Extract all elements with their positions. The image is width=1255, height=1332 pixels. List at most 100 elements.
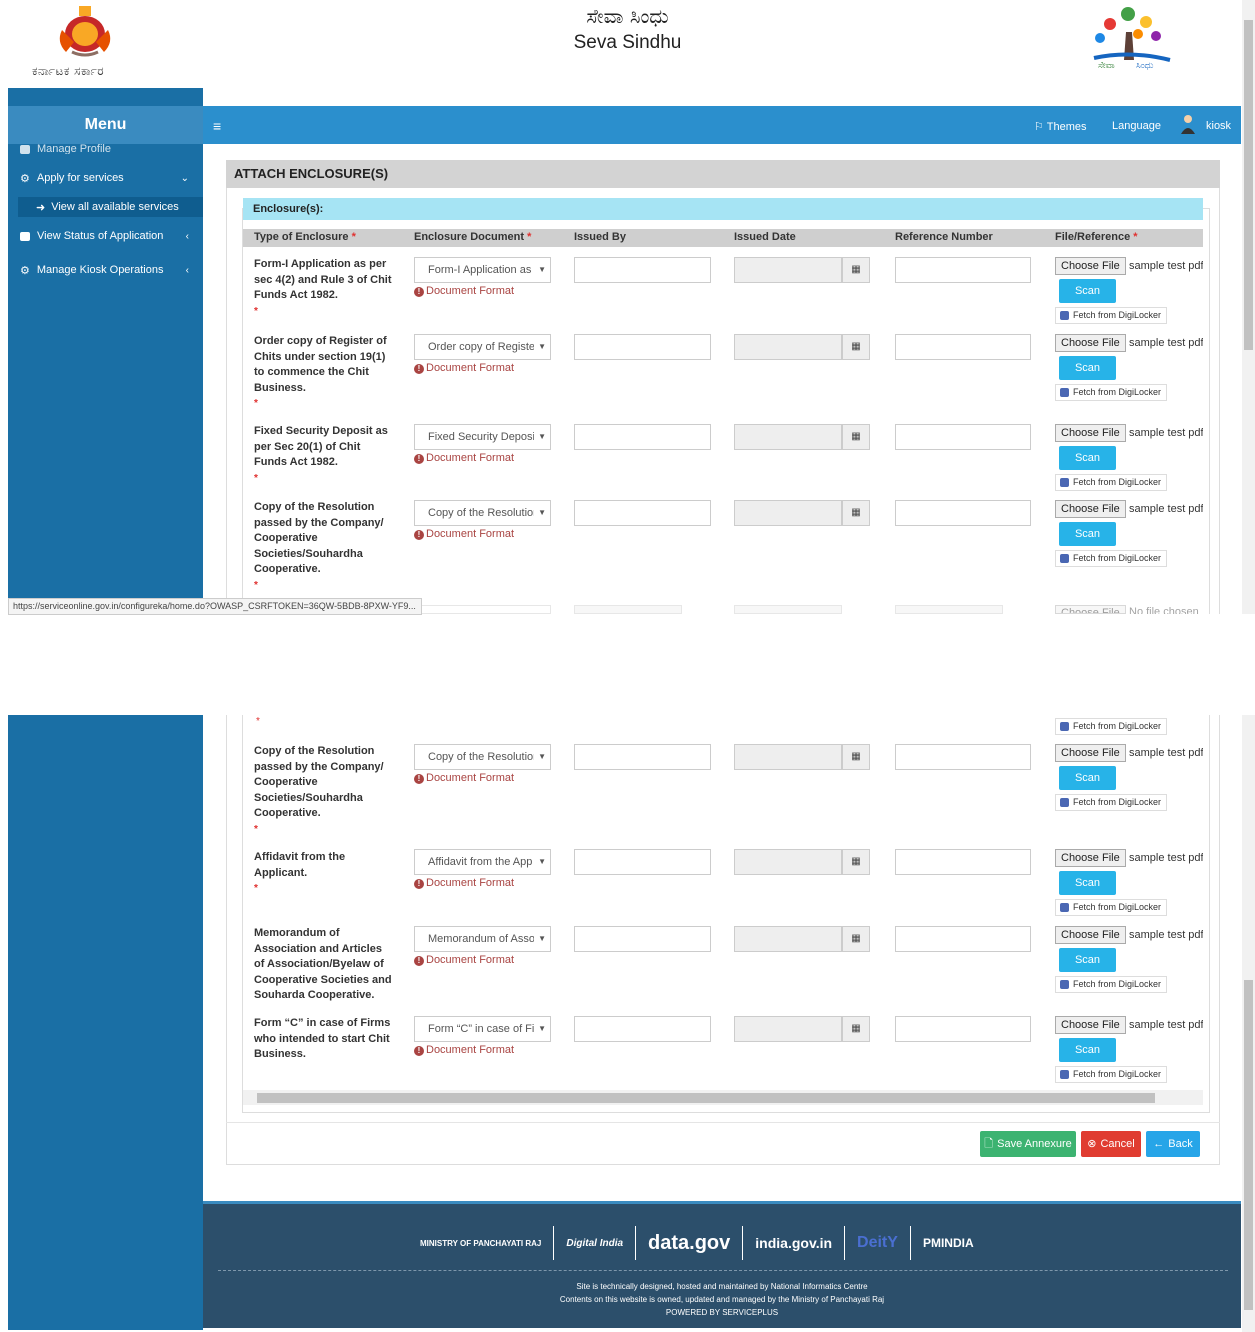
issued-by-input[interactable] bbox=[574, 1016, 711, 1042]
reference-number-input[interactable] bbox=[895, 500, 1031, 526]
calendar-icon[interactable]: ▦ bbox=[842, 849, 870, 875]
sidebar-item-manage-kiosk[interactable]: ⚙ Manage Kiosk Operations ‹ bbox=[8, 260, 203, 280]
page-scrollbar-thumb[interactable] bbox=[1244, 20, 1253, 350]
issued-by-input[interactable] bbox=[574, 744, 711, 770]
panchayati-raj-logo[interactable]: MINISTRY OF PANCHAYATI RAJ bbox=[420, 1239, 541, 1248]
document-format-link[interactable]: ! Document Format bbox=[414, 1044, 514, 1056]
user-avatar-icon[interactable] bbox=[1180, 114, 1196, 137]
choose-file-button[interactable]: Choose File bbox=[1055, 1016, 1126, 1034]
scan-button[interactable]: Scan bbox=[1059, 1038, 1116, 1062]
choose-file-button[interactable]: Choose File bbox=[1055, 424, 1126, 442]
choose-file-button[interactable]: Choose File bbox=[1055, 744, 1126, 762]
sidebar-item-view-all-services[interactable]: ➜ View all available services bbox=[18, 197, 203, 217]
enclosure-document-select[interactable]: Memorandum of Asso ▼ bbox=[414, 926, 551, 952]
fetch-digilocker-button[interactable]: Fetch from DigiLocker bbox=[1055, 1066, 1168, 1083]
issued-date-input[interactable] bbox=[734, 605, 842, 614]
document-format-link[interactable]: ! Document Format bbox=[414, 528, 514, 540]
issued-date-input[interactable] bbox=[734, 424, 842, 450]
language-link[interactable]: Language bbox=[1112, 120, 1161, 132]
enclosure-document-select[interactable] bbox=[414, 605, 551, 614]
deity-logo[interactable]: DeitY bbox=[857, 1234, 898, 1252]
sidebar-item-manage-profile[interactable]: Manage Profile bbox=[8, 144, 203, 154]
india-gov-logo[interactable]: india.gov.in bbox=[755, 1235, 832, 1251]
choose-file-button[interactable]: Choose File bbox=[1055, 334, 1126, 352]
document-format-link[interactable]: ! Document Format bbox=[414, 877, 514, 889]
reference-number-input[interactable] bbox=[895, 849, 1031, 875]
scan-button[interactable]: Scan bbox=[1059, 766, 1116, 790]
reference-number-input[interactable] bbox=[895, 334, 1031, 360]
enclosure-document-select[interactable]: Copy of the Resolution ▼ bbox=[414, 500, 551, 526]
fetch-digilocker-button[interactable]: Fetch from DigiLocker bbox=[1055, 899, 1168, 916]
fetch-digilocker-button[interactable]: Fetch from DigiLocker bbox=[1055, 976, 1168, 993]
digital-india-logo[interactable]: Digital India bbox=[566, 1238, 623, 1249]
reference-number-input[interactable] bbox=[895, 605, 1003, 614]
issued-by-input[interactable] bbox=[574, 500, 711, 526]
sidebar-item-view-status[interactable]: View Status of Application ‹ bbox=[8, 226, 203, 246]
issued-by-input[interactable] bbox=[574, 849, 711, 875]
enclosure-document-select[interactable]: Fixed Security Deposit ▼ bbox=[414, 424, 551, 450]
document-format-link[interactable]: ! Document Format bbox=[414, 362, 514, 374]
sidebar-item-apply-for-services[interactable]: ⚙ Apply for services ⌄ bbox=[8, 168, 203, 188]
scan-button[interactable]: Scan bbox=[1059, 948, 1116, 972]
issued-date-input[interactable] bbox=[734, 849, 842, 875]
choose-file-button[interactable]: Choose File bbox=[1055, 500, 1126, 518]
issued-date-input[interactable] bbox=[734, 257, 842, 283]
issued-date-input[interactable] bbox=[734, 926, 842, 952]
document-format-link[interactable]: ! Document Format bbox=[414, 954, 514, 966]
calendar-icon[interactable]: ▦ bbox=[842, 424, 870, 450]
scan-button[interactable]: Scan bbox=[1059, 522, 1116, 546]
reference-number-input[interactable] bbox=[895, 926, 1031, 952]
enclosure-document-select[interactable]: Order copy of Register ▼ bbox=[414, 334, 551, 360]
issued-by-input[interactable] bbox=[574, 257, 711, 283]
choose-file-button[interactable]: Choose File bbox=[1055, 849, 1126, 867]
scan-button[interactable]: Scan bbox=[1059, 356, 1116, 380]
document-format-link[interactable]: ! Document Format bbox=[414, 772, 514, 784]
enclosure-document-select[interactable]: Affidavit from the App ▼ bbox=[414, 849, 551, 875]
choose-file-button[interactable]: Choose File bbox=[1055, 926, 1126, 944]
calendar-icon[interactable]: ▦ bbox=[842, 500, 870, 526]
reference-number-input[interactable] bbox=[895, 424, 1031, 450]
calendar-icon[interactable]: ▦ bbox=[842, 1016, 870, 1042]
calendar-icon[interactable]: ▦ bbox=[842, 257, 870, 283]
fetch-digilocker-button[interactable]: Fetch from DigiLocker bbox=[1055, 307, 1168, 324]
choose-file-button[interactable]: Choose File bbox=[1055, 257, 1126, 275]
issued-date-input[interactable] bbox=[734, 744, 842, 770]
page-scrollbar-thumb[interactable] bbox=[1244, 980, 1253, 1310]
scan-button[interactable]: Scan bbox=[1059, 279, 1116, 303]
reference-number-input[interactable] bbox=[895, 1016, 1031, 1042]
choose-file-button[interactable]: Choose File bbox=[1055, 605, 1126, 614]
issued-by-input[interactable] bbox=[574, 424, 711, 450]
themes-link[interactable]: ⚐ Themes bbox=[1034, 120, 1086, 133]
hamburger-menu-icon[interactable]: ≡ bbox=[213, 118, 221, 134]
issued-date-input[interactable] bbox=[734, 334, 842, 360]
issued-by-input[interactable] bbox=[574, 334, 711, 360]
reference-number-input[interactable] bbox=[895, 744, 1031, 770]
calendar-icon[interactable]: ▦ bbox=[842, 926, 870, 952]
enclosure-document-select[interactable]: Form-I Application as ▼ bbox=[414, 257, 551, 283]
pmindia-logo[interactable]: PMINDIA bbox=[923, 1236, 974, 1250]
fetch-digilocker-button[interactable]: Fetch from DigiLocker bbox=[1055, 550, 1168, 567]
enclosure-document-select[interactable]: Form “C” in case of Fir ▼ bbox=[414, 1016, 551, 1042]
fetch-digilocker-button[interactable]: Fetch from DigiLocker bbox=[1055, 718, 1168, 735]
cancel-button[interactable]: ⊗ Cancel bbox=[1081, 1131, 1141, 1157]
document-format-link[interactable]: ! Document Format bbox=[414, 285, 514, 297]
issued-date-input[interactable] bbox=[734, 500, 842, 526]
calendar-icon[interactable]: ▦ bbox=[842, 744, 870, 770]
scan-button[interactable]: Scan bbox=[1059, 446, 1116, 470]
issued-by-input[interactable] bbox=[574, 605, 682, 614]
scan-button[interactable]: Scan bbox=[1059, 871, 1116, 895]
issued-date-input[interactable] bbox=[734, 1016, 842, 1042]
reference-number-input[interactable] bbox=[895, 257, 1031, 283]
fetch-digilocker-button[interactable]: Fetch from DigiLocker bbox=[1055, 474, 1168, 491]
issued-by-input[interactable] bbox=[574, 926, 711, 952]
user-name[interactable]: kiosk bbox=[1206, 120, 1231, 132]
data-gov-logo[interactable]: data.gov bbox=[648, 1232, 730, 1255]
calendar-icon[interactable]: ▦ bbox=[842, 334, 870, 360]
save-annexure-button[interactable]: 🗋 Save Annexure bbox=[980, 1131, 1076, 1157]
fetch-digilocker-button[interactable]: Fetch from DigiLocker bbox=[1055, 794, 1168, 811]
enclosure-document-select[interactable]: Copy of the Resolution ▼ bbox=[414, 744, 551, 770]
back-button[interactable]: ← Back bbox=[1146, 1131, 1200, 1157]
document-format-link[interactable]: ! Document Format bbox=[414, 452, 514, 464]
fetch-digilocker-button[interactable]: Fetch from DigiLocker bbox=[1055, 384, 1168, 401]
table-scrollbar-thumb[interactable] bbox=[257, 1093, 1155, 1103]
